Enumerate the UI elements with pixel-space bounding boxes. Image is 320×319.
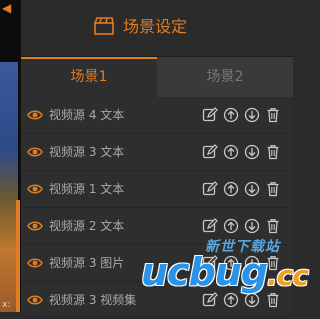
source-label: 视频源 4 文本	[49, 108, 125, 122]
panel-header: 场景设定	[21, 0, 293, 57]
source-list: 视频源 4 文本 视频源 3 文本 视频源 1 文本 视频源 2 文本 视频源 3 图片…	[21, 97, 293, 319]
source-row[interactable]: 视频源 4 文本	[21, 97, 293, 134]
preview-corner-text: x:	[2, 300, 11, 310]
move-up-icon[interactable]	[223, 292, 239, 308]
edit-icon[interactable]	[202, 292, 218, 308]
clapperboard-icon	[94, 17, 114, 35]
move-down-icon[interactable]	[244, 218, 260, 234]
move-down-icon[interactable]	[244, 107, 260, 123]
eye-icon[interactable]	[27, 219, 43, 233]
source-label: 视频源 1 文本	[49, 182, 125, 196]
back-arrow-icon[interactable]: ◀	[2, 2, 11, 14]
trash-icon[interactable]	[265, 107, 281, 123]
trash-icon[interactable]	[265, 218, 281, 234]
source-row[interactable]: 视频源 3 视频集	[21, 282, 293, 319]
trash-icon[interactable]	[265, 181, 281, 197]
move-down-icon[interactable]	[244, 181, 260, 197]
source-label: 视频源 2 文本	[49, 219, 125, 233]
move-up-icon[interactable]	[223, 255, 239, 271]
move-up-icon[interactable]	[223, 181, 239, 197]
source-row[interactable]: 视频源 3 文本	[21, 134, 293, 171]
move-up-icon[interactable]	[223, 144, 239, 160]
source-label: 视频源 3 图片	[49, 256, 125, 270]
eye-icon[interactable]	[27, 256, 43, 270]
tab-scene-1[interactable]: 场景1	[21, 57, 157, 97]
source-row[interactable]: 视频源 1 文本	[21, 171, 293, 208]
tab-scene-2[interactable]: 场景2	[157, 57, 293, 97]
source-label: 视频源 3 视频集	[49, 293, 137, 307]
edit-icon[interactable]	[202, 181, 218, 197]
scene-settings-panel: 场景设定 场景1 场景2 视频源 4 文本 视频源 3 文本 视频源 1 文本 视频源…	[20, 0, 309, 319]
eye-icon[interactable]	[27, 108, 43, 122]
edit-icon[interactable]	[202, 107, 218, 123]
trash-icon[interactable]	[265, 292, 281, 308]
source-label: 视频源 3 文本	[49, 145, 125, 159]
eye-icon[interactable]	[27, 293, 43, 307]
scene-preview: ◀ x:	[0, 0, 20, 312]
move-down-icon[interactable]	[244, 144, 260, 160]
move-down-icon[interactable]	[244, 255, 260, 271]
move-up-icon[interactable]	[223, 218, 239, 234]
trash-icon[interactable]	[265, 144, 281, 160]
move-up-icon[interactable]	[223, 107, 239, 123]
eye-icon[interactable]	[27, 182, 43, 196]
move-down-icon[interactable]	[244, 292, 260, 308]
panel-title: 场景设定	[123, 17, 188, 36]
edit-icon[interactable]	[202, 144, 218, 160]
trash-icon[interactable]	[265, 255, 281, 271]
scene-tabs: 场景1 场景2	[21, 57, 293, 97]
edit-icon[interactable]	[202, 255, 218, 271]
edit-icon[interactable]	[202, 218, 218, 234]
eye-icon[interactable]	[27, 145, 43, 159]
source-row[interactable]: 视频源 2 文本	[21, 208, 293, 245]
source-row[interactable]: 视频源 3 图片	[21, 245, 293, 282]
